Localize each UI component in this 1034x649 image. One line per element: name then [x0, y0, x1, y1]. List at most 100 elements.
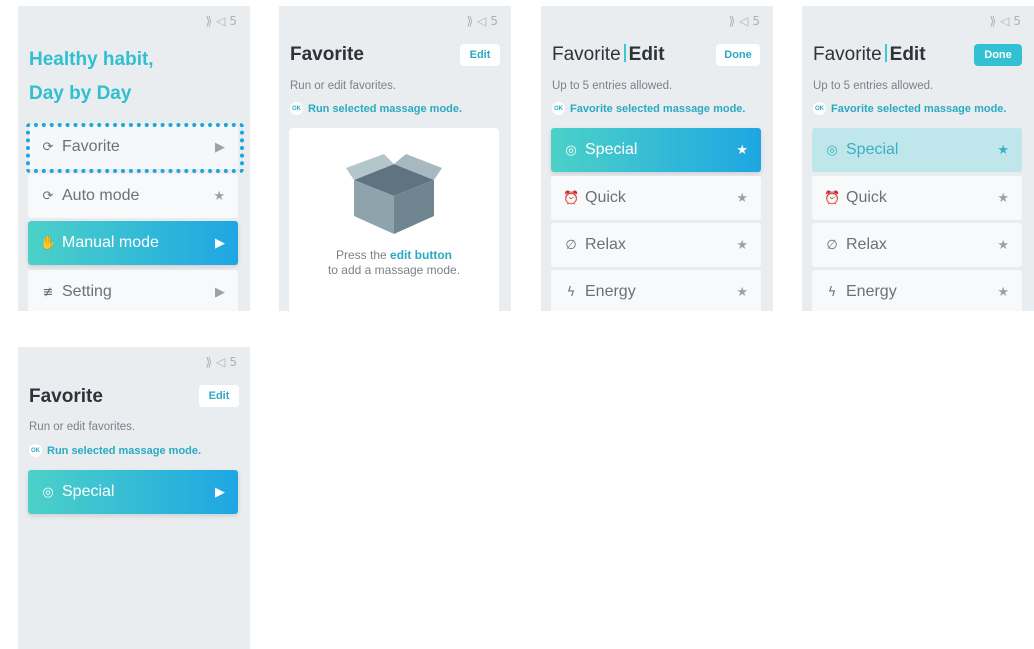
hand-icon: ✋: [40, 235, 57, 251]
list-item-quick[interactable]: ⏰ Quick ★: [551, 176, 761, 220]
ok-badge: OK: [813, 102, 826, 115]
done-button[interactable]: Done: [974, 44, 1022, 66]
auto-icon: ⟳: [42, 188, 54, 204]
ringtone-icon: ⟫: [466, 14, 475, 28]
done-button[interactable]: Done: [716, 44, 760, 66]
status-bar: ⟫ ◁ 5: [202, 355, 238, 369]
empty-box-icon: [346, 154, 442, 234]
ok-hint: OK Favorite selected massage mode.: [813, 102, 1006, 115]
bolt-icon: ϟ: [566, 284, 576, 300]
leaf-icon: ∅: [826, 237, 838, 253]
title-divider: [623, 44, 626, 62]
star-icon[interactable]: ★: [736, 191, 748, 206]
list-item-label: Special: [62, 483, 115, 500]
check-circle-icon: ◎: [826, 142, 838, 158]
list-item-relax[interactable]: ∅ Relax ★: [812, 223, 1022, 267]
volume-level: 5: [229, 355, 238, 369]
list-item-special[interactable]: ◎ Special ★: [551, 128, 761, 172]
menu-item-label: Setting: [62, 283, 112, 300]
volume-level: 5: [490, 14, 499, 28]
ok-hint: OK Run selected massage mode.: [290, 102, 462, 115]
list-item-label: Special: [846, 141, 899, 158]
menu-item-label: Manual mode: [62, 234, 159, 251]
ok-hint: OK Favorite selected massage mode.: [552, 102, 745, 115]
volume-icon: ◁: [1000, 14, 1011, 28]
status-bar: ⟫ ◁ 5: [986, 14, 1022, 28]
ringtone-icon: ⟫: [205, 355, 214, 369]
star-icon[interactable]: ★: [736, 285, 748, 300]
list-item-relax[interactable]: ∅ Relax ★: [551, 223, 761, 267]
volume-icon: ◁: [477, 14, 488, 28]
focus-highlight: [26, 123, 244, 173]
title-divider: [884, 44, 887, 62]
favorite-edit-screen: ⟫ ◁ 5 Favorite Edit Done Up to 5 entries al…: [541, 6, 773, 311]
list-item-label: Energy: [846, 283, 897, 300]
subtitle: Up to 5 entries allowed.: [813, 80, 934, 92]
ok-hint-text: Run selected massage mode.: [308, 102, 463, 115]
ok-badge: OK: [552, 102, 565, 115]
menu-item-label: Auto mode: [62, 187, 140, 204]
ringtone-icon: ⟫: [728, 14, 737, 28]
hero-heading: Healthy habit, Day by Day: [29, 43, 154, 111]
volume-level: 5: [229, 14, 238, 28]
empty-text-pre: Press the: [335, 248, 391, 262]
play-icon: ▶: [215, 484, 225, 500]
volume-level: 5: [752, 14, 761, 28]
empty-state-text: Press the edit button to add a massage m…: [289, 248, 499, 278]
list-item-label: Relax: [585, 236, 626, 253]
sliders-icon: ≢: [42, 284, 54, 300]
ok-badge: OK: [29, 444, 42, 457]
status-bar: ⟫ ◁ 5: [725, 14, 761, 28]
page-title: Favorite: [29, 386, 103, 407]
hero-line-2: Day by Day: [29, 83, 132, 104]
list-item-label: Quick: [846, 189, 887, 206]
star-icon[interactable]: ★: [997, 238, 1009, 253]
check-circle-icon: ◎: [42, 484, 54, 500]
ok-hint: OK Run selected massage mode.: [29, 444, 201, 457]
star-icon[interactable]: ★: [736, 238, 748, 253]
ringtone-icon: ⟫: [989, 14, 998, 28]
favorite-list-screen: ⟫ ◁ 5 Favorite Edit Run or edit favorites.…: [18, 347, 250, 649]
status-bar: ⟫ ◁ 5: [202, 14, 238, 28]
empty-text-line2: to add a massage mode.: [327, 263, 461, 277]
list-item-special[interactable]: ◎ Special ★: [812, 128, 1022, 172]
alarm-icon: ⏰: [563, 190, 580, 206]
subtitle: Up to 5 entries allowed.: [552, 80, 673, 92]
star-icon[interactable]: ★: [997, 143, 1009, 158]
volume-level: 5: [1013, 14, 1022, 28]
title-edit: Edit: [889, 44, 926, 65]
empty-state-panel: Press the edit button to add a massage m…: [289, 128, 499, 311]
volume-icon: ◁: [216, 14, 227, 28]
subtitle: Run or edit favorites.: [29, 421, 136, 433]
star-icon[interactable]: ★: [997, 191, 1009, 206]
edit-button-link: edit button: [390, 248, 452, 262]
ringtone-icon: ⟫: [205, 14, 214, 28]
bolt-icon: ϟ: [827, 284, 837, 300]
ok-hint-text: Favorite selected massage mode.: [831, 102, 1007, 115]
ok-badge: OK: [290, 102, 303, 115]
subtitle: Run or edit favorites.: [290, 80, 397, 92]
ok-hint-text: Favorite selected massage mode.: [570, 102, 746, 115]
list-item-quick[interactable]: ⏰ Quick ★: [812, 176, 1022, 220]
edit-button[interactable]: Edit: [460, 44, 500, 66]
list-item-energy[interactable]: ϟ Energy ★: [812, 270, 1022, 311]
title-edit: Edit: [628, 44, 665, 65]
star-icon[interactable]: ★: [736, 143, 748, 158]
title-favorite: Favorite: [552, 44, 621, 65]
star-icon[interactable]: ★: [997, 285, 1009, 300]
play-icon: ▶: [215, 235, 225, 251]
hero-line-1: Healthy habit,: [29, 49, 154, 70]
favorite-empty-screen: ⟫ ◁ 5 Favorite Edit Run or edit favorites.…: [279, 6, 511, 311]
menu-item-setting[interactable]: ≢ Setting ▶: [28, 270, 238, 311]
menu-item-auto-mode[interactable]: ⟳ Auto mode ★: [28, 174, 238, 218]
edit-button[interactable]: Edit: [199, 385, 239, 407]
play-icon: ▶: [215, 284, 225, 300]
list-item-energy[interactable]: ϟ Energy ★: [551, 270, 761, 311]
menu-item-manual-mode[interactable]: ✋ Manual mode ▶: [28, 221, 238, 265]
list-item-label: Special: [585, 141, 638, 158]
list-item-label: Energy: [585, 283, 636, 300]
check-circle-icon: ◎: [565, 142, 577, 158]
list-item-label: Relax: [846, 236, 887, 253]
ok-hint-text: Run selected massage mode.: [47, 444, 202, 457]
list-item-special[interactable]: ◎ Special ▶: [28, 470, 238, 514]
